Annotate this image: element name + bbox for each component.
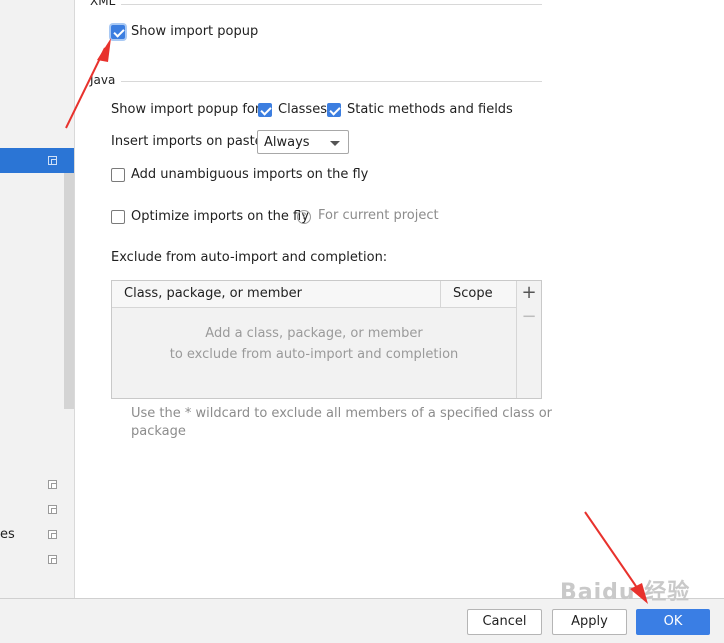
annotation-arrows [65,38,648,604]
